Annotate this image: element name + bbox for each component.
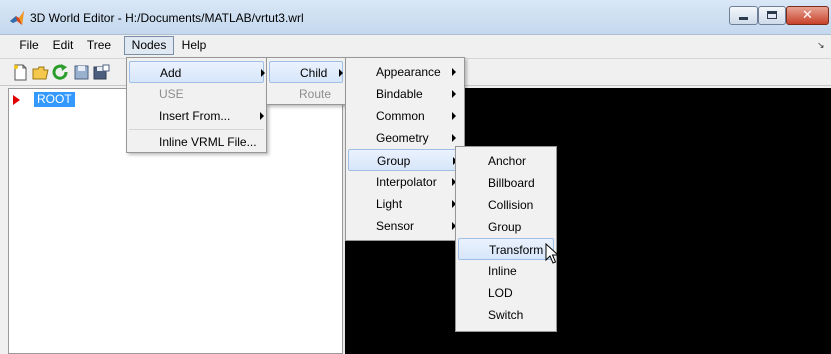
menu-item-interpolator[interactable]: Interpolator	[348, 171, 462, 193]
menu-item-child[interactable]: Child	[269, 61, 343, 83]
menu-item-collision[interactable]: Collision	[458, 194, 554, 216]
menu-item-inline[interactable]: Inline	[458, 260, 554, 282]
menu-item-label: Route	[299, 87, 332, 101]
maximize-button[interactable]	[758, 6, 786, 25]
menu-item-label: Bindable	[376, 87, 423, 101]
open-folder-icon[interactable]	[32, 64, 49, 81]
submenu-arrow-icon	[452, 90, 456, 98]
menu-tree[interactable]: Tree	[81, 36, 117, 55]
menu-item-label: Interpolator	[376, 175, 437, 189]
menu-item-label: Insert From...	[159, 109, 231, 123]
window-title: 3D World Editor - H:/Documents/MATLAB/vr…	[30, 11, 304, 25]
title-bar: 3D World Editor - H:/Documents/MATLAB/vr…	[0, 0, 831, 35]
menu-nodes[interactable]: Nodes	[124, 36, 174, 55]
submenu-arrow-icon	[261, 69, 265, 77]
submenu-arrow-icon	[452, 112, 456, 120]
menu-separator	[129, 129, 264, 130]
submenu-arrow-icon	[260, 112, 264, 120]
menu-item-route[interactable]: Route	[269, 83, 343, 105]
menu-item-label: Group	[488, 220, 522, 234]
expand-arrow-icon[interactable]	[13, 95, 20, 105]
menu-edit[interactable]: Edit	[48, 36, 78, 55]
menu-item-bindable[interactable]: Bindable	[348, 83, 462, 105]
close-icon: ✕	[802, 8, 813, 23]
menu-item-sensor[interactable]: Sensor	[348, 215, 462, 237]
menu-item-label: Add	[160, 66, 182, 80]
menu-item-label: Billboard	[488, 176, 535, 190]
new-file-icon[interactable]	[12, 64, 29, 81]
tree-node-root[interactable]: ROOT	[34, 92, 75, 107]
menu-item-label: USE	[159, 87, 184, 101]
menu-item-label: Common	[376, 109, 425, 123]
close-button[interactable]: ✕	[786, 6, 829, 25]
menu-item-common[interactable]: Common	[348, 105, 462, 127]
menu-item-transform[interactable]: Transform	[458, 238, 554, 260]
menu-item-group-node[interactable]: Group	[458, 216, 554, 238]
menu-item-label: Inline VRML File...	[159, 135, 257, 149]
menu-item-insert-from[interactable]: Insert From...	[129, 105, 264, 127]
menu-item-label: LOD	[488, 286, 513, 300]
menu-item-label: Sensor	[376, 219, 415, 233]
menu-item-label: Inline	[488, 264, 517, 278]
minimize-button[interactable]	[729, 6, 758, 25]
menu-item-label: Group	[377, 154, 411, 168]
menu-item-geometry[interactable]: Geometry	[348, 127, 462, 149]
maximize-icon	[767, 11, 777, 19]
menu-item-label: Light	[376, 197, 403, 211]
minimize-icon	[739, 17, 748, 20]
menu-item-label: Switch	[488, 308, 524, 322]
menu-item-add[interactable]: Add	[129, 61, 265, 83]
submenu-arrow-icon	[452, 134, 456, 142]
mouse-pointer-icon	[545, 243, 559, 264]
menu-item-lod[interactable]: LOD	[458, 282, 554, 304]
menu-item-label: Appearance	[376, 65, 441, 79]
menu-item-label: Collision	[488, 198, 534, 212]
menu-item-label: Child	[300, 66, 328, 80]
group-submenu: Anchor Billboard Collision Group Transfo…	[455, 146, 557, 332]
editor-window: 3D World Editor - H:/Documents/MATLAB/vr…	[0, 0, 831, 354]
menu-item-label: Geometry	[376, 131, 429, 145]
matlab-logo-icon	[10, 11, 24, 25]
menu-item-label: Transform	[489, 243, 544, 257]
menu-help[interactable]: Help	[178, 36, 210, 55]
submenu-arrow-icon	[339, 69, 343, 77]
menu-item-billboard[interactable]: Billboard	[458, 172, 554, 194]
menu-item-inline-vrml-file[interactable]: Inline VRML File...	[129, 131, 264, 153]
child-submenu: Appearance Bindable Common Geometry Grou…	[345, 57, 465, 241]
add-submenu: Child Route	[266, 57, 346, 105]
menu-bar: File Edit Tree Nodes Help ↘	[0, 35, 831, 57]
submenu-arrow-icon	[452, 68, 456, 76]
save-icon[interactable]	[73, 64, 90, 81]
menu-item-switch[interactable]: Switch	[458, 304, 554, 326]
menu-item-label: Anchor	[488, 154, 527, 168]
refresh-icon[interactable]	[52, 64, 69, 81]
menu-item-anchor[interactable]: Anchor	[458, 150, 554, 172]
menubar-dock-arrow-icon[interactable]: ↘	[817, 40, 825, 51]
menu-item-appearance[interactable]: Appearance	[348, 61, 462, 83]
nodes-menu: Add USE Insert From... Inline VRML File.…	[126, 57, 267, 153]
save-as-icon[interactable]	[93, 64, 110, 81]
menu-item-use[interactable]: USE	[129, 83, 264, 105]
menu-item-group[interactable]: Group	[348, 149, 462, 171]
menu-item-light[interactable]: Light	[348, 193, 462, 215]
menu-file[interactable]: File	[16, 36, 42, 55]
